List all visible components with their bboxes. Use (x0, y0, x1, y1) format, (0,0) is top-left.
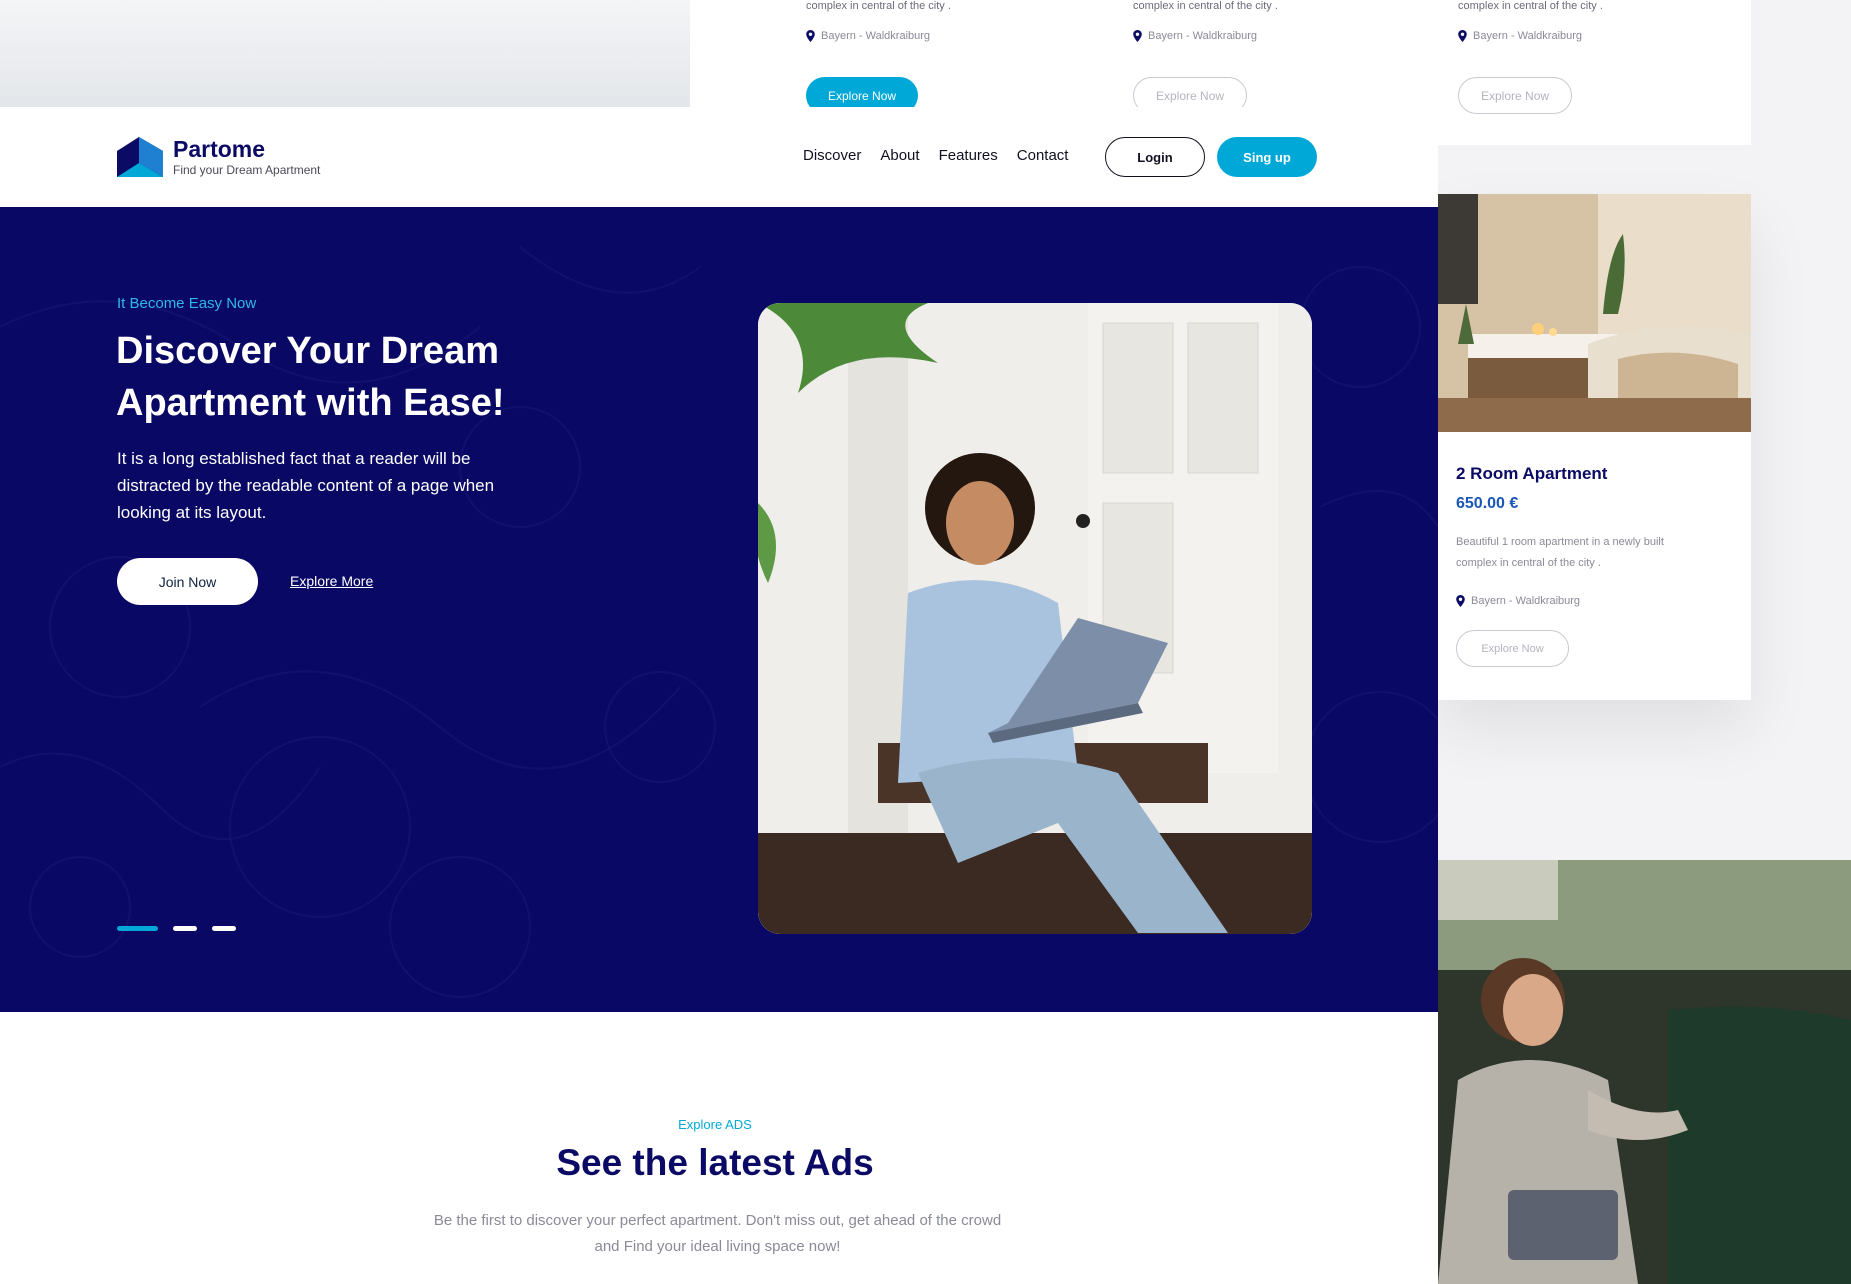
map-pin-icon (1456, 595, 1465, 607)
ads-eyebrow: Explore ADS (678, 1117, 752, 1132)
slider-dot-1[interactable] (117, 926, 158, 931)
hero-title: Discover Your Dream Apartment with Ease! (116, 330, 505, 424)
slider-dot-2[interactable] (173, 926, 197, 931)
nav-link-about[interactable]: About (880, 147, 919, 164)
ad-card-description: complex in central of the city . (1133, 0, 1278, 12)
latest-ads-section: Explore ADS See the latest Ads Be the fi… (0, 1012, 1438, 1284)
featured-card-title: 2 Room Apartment (1456, 464, 1608, 483)
nav-link-contact[interactable]: Contact (1017, 147, 1069, 164)
ad-card-location: Bayern - Waldkraiburg (806, 30, 930, 42)
background-ad-card: complex in central of the city . Bayern … (790, 0, 1102, 114)
house-roof-logo-icon (117, 137, 163, 177)
brand-logo[interactable]: Partome Find your Dream Apartment (117, 136, 320, 178)
map-pin-icon (806, 30, 815, 42)
ad-card-location: Bayern - Waldkraiburg (1458, 30, 1582, 42)
background-ad-card: complex in central of the city . Bayern … (1117, 0, 1429, 114)
join-now-button[interactable]: Join Now (117, 558, 258, 605)
signup-button[interactable]: Sing up (1217, 137, 1317, 177)
ad-card-location: Bayern - Waldkraiburg (1133, 30, 1257, 42)
nav-link-discover[interactable]: Discover (803, 147, 861, 164)
landing-page: Partome Find your Dream Apartment Discov… (0, 107, 1438, 1284)
woman-on-sofa-photo (1438, 860, 1851, 1284)
brand-tagline: Find your Dream Apartment (173, 163, 321, 177)
nav-link-features[interactable]: Features (939, 147, 998, 164)
featured-card-price: 650.00 € (1456, 495, 1519, 512)
login-button[interactable]: Login (1105, 137, 1205, 177)
living-room-photo (1438, 194, 1751, 432)
background-gray-panel (0, 0, 690, 107)
nav-links: Discover About Features Contact (803, 147, 1087, 164)
ads-description: Be the first to discover your perfect ap… (433, 1212, 1002, 1255)
featured-card-description: Beautiful 1 room apartment in a newly bu… (1456, 536, 1664, 569)
ad-card-location-text: Bayern - Waldkraiburg (1473, 30, 1583, 42)
featured-card-location-text: Bayern - Waldkraiburg (1471, 595, 1581, 607)
woman-with-laptop-photo (758, 303, 1312, 934)
explore-now-button[interactable]: Explore Now (1456, 630, 1569, 667)
map-pin-icon (1133, 30, 1142, 42)
hero-section: It Become Easy Now Discover Your Dream A… (0, 207, 1438, 1012)
explore-now-button[interactable]: Explore Now (1458, 77, 1573, 114)
slider-dot-3[interactable] (212, 926, 236, 931)
ads-title: See the latest Ads (556, 1142, 874, 1183)
hero-description: It is a long established fact that a rea… (117, 449, 495, 522)
featured-ad-card: 2 Room Apartment 650.00 € Beautiful 1 ro… (1438, 194, 1751, 700)
ad-card-location-text: Bayern - Waldkraiburg (1148, 30, 1258, 42)
ad-card-location-text: Bayern - Waldkraiburg (821, 30, 931, 42)
featured-card-location: Bayern - Waldkraiburg (1456, 595, 1580, 607)
hero-eyebrow: It Become Easy Now (117, 295, 257, 312)
brand-name: Partome (173, 136, 266, 162)
explore-more-link[interactable]: Explore More (290, 573, 373, 589)
map-pin-icon (1458, 30, 1467, 42)
ad-card-description: complex in central of the city . (1458, 0, 1603, 12)
background-ad-card: complex in central of the city . Bayern … (1438, 0, 1751, 145)
navbar: Partome Find your Dream Apartment Discov… (0, 107, 1438, 207)
slider-dots (117, 926, 236, 931)
ad-card-description: complex in central of the city . (806, 0, 951, 12)
